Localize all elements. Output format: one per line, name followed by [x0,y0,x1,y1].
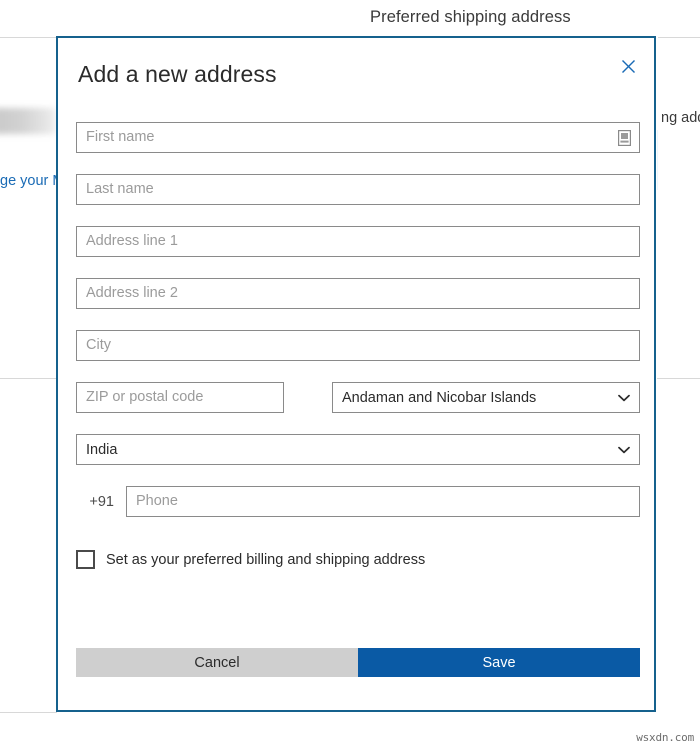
phone-country-code: +91 [89,493,114,510]
zip-input[interactable]: ZIP or postal code [76,382,284,413]
chevron-down-icon [618,394,630,402]
address-form: First name Last name Address line 1 Addr… [76,122,640,569]
state-select[interactable]: Andaman and Nicobar Islands [332,382,640,413]
first-name-placeholder: First name [86,129,155,146]
background-divider-mid-right [657,378,700,379]
last-name-placeholder: Last name [86,181,154,198]
background-manage-account-link[interactable]: ge your M [0,173,64,189]
save-button[interactable]: Save [358,648,640,677]
country-select-value: India [86,441,118,458]
chevron-down-icon [618,446,630,454]
preferred-address-checkbox-row[interactable]: Set as your preferred billing and shippi… [76,550,425,569]
address-line-2-input[interactable]: Address line 2 [76,278,640,309]
city-input[interactable]: City [76,330,640,361]
dialog-title: Add a new address [78,61,277,87]
zip-state-row: ZIP or postal code Andaman and Nicobar I… [76,382,640,413]
contact-card-icon[interactable] [618,129,632,146]
background-divider-mid-left [0,378,57,379]
add-address-dialog: Add a new address First name Last name A… [56,36,656,712]
site-credit: wsxdn.com [636,731,694,744]
background-divider-top-left [0,37,58,38]
background-divider-top-right [658,37,700,38]
background-blurred-field [0,108,56,134]
background-right-accent-line [657,130,658,190]
city-placeholder: City [86,337,111,354]
background-page-heading: Preferred shipping address [370,8,571,26]
close-icon [621,59,636,74]
cancel-button[interactable]: Cancel [76,648,358,677]
phone-placeholder: Phone [136,493,178,510]
preferred-address-checkbox[interactable] [76,550,95,569]
close-button[interactable] [614,52,642,80]
address-line-1-placeholder: Address line 1 [86,233,178,250]
first-name-input[interactable]: First name [76,122,640,153]
phone-input[interactable]: Phone [126,486,640,517]
background-divider-bottom-left [0,712,57,713]
phone-row: +91 Phone [76,486,640,517]
country-select[interactable]: India [76,434,640,465]
background-shipping-address-text: ng add [661,110,700,126]
address-line-1-input[interactable]: Address line 1 [76,226,640,257]
address-line-2-placeholder: Address line 2 [86,285,178,302]
last-name-input[interactable]: Last name [76,174,640,205]
state-select-value: Andaman and Nicobar Islands [342,389,537,406]
preferred-address-checkbox-label: Set as your preferred billing and shippi… [106,551,426,568]
dialog-actions: Cancel Save [76,648,640,677]
zip-placeholder: ZIP or postal code [86,389,204,406]
